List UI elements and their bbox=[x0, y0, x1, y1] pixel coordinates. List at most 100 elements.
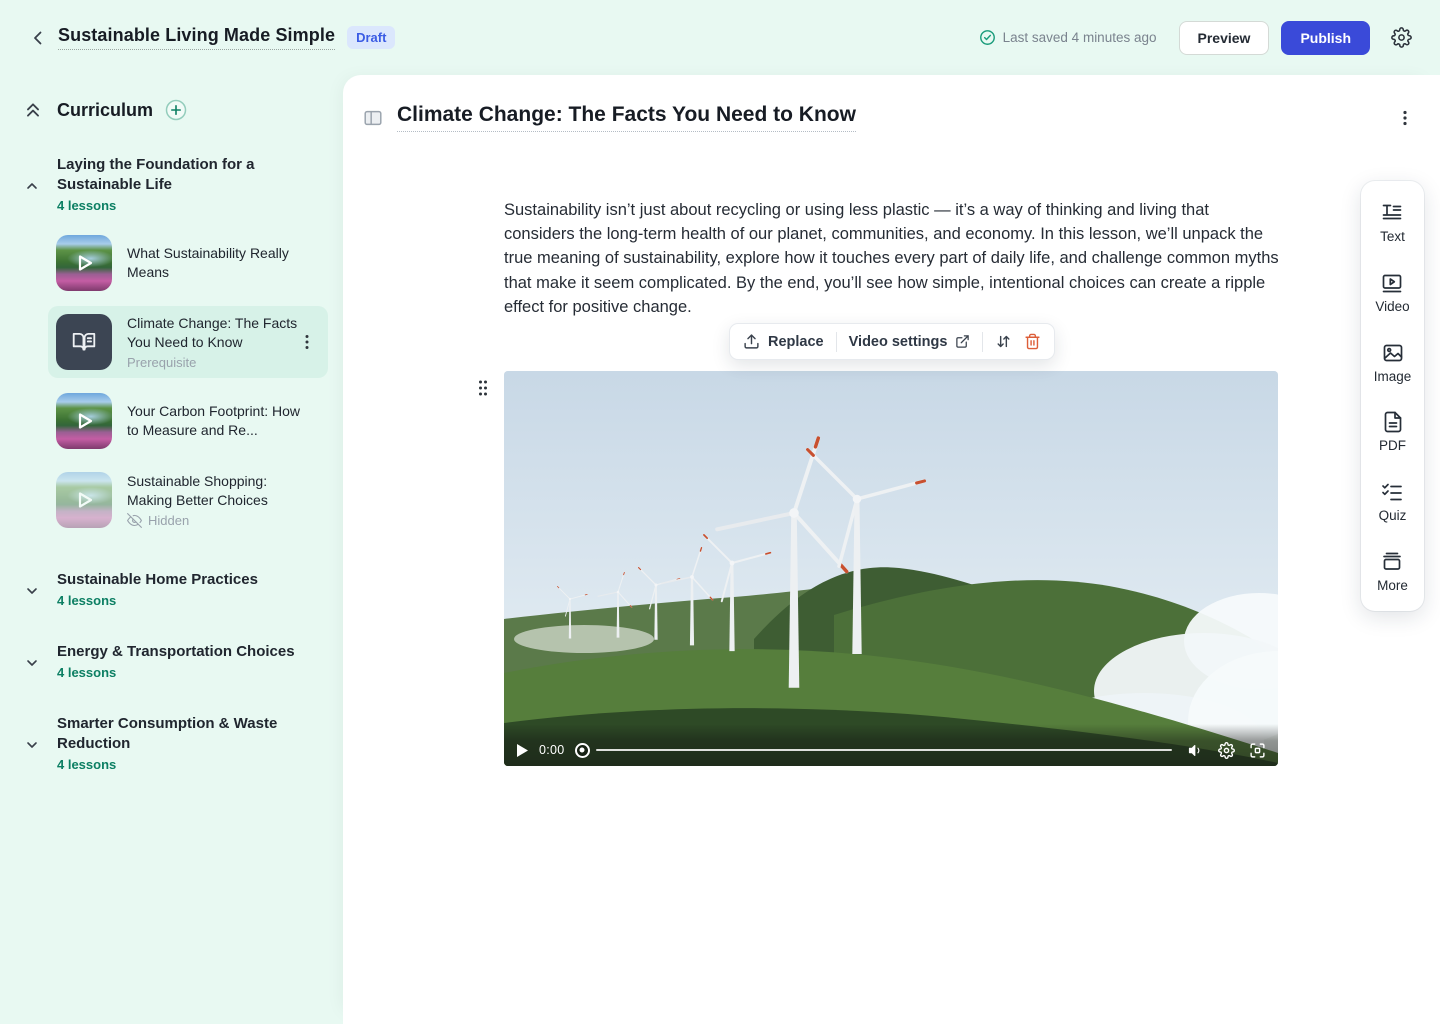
insert-pdf-button[interactable]: PDF bbox=[1379, 410, 1406, 453]
lesson-menu-button[interactable] bbox=[300, 333, 314, 351]
replace-video-button[interactable]: Replace bbox=[743, 333, 824, 350]
back-button[interactable] bbox=[24, 24, 52, 52]
lesson-count: 4 lessons bbox=[57, 198, 313, 213]
video-settings-button[interactable]: Video settings bbox=[849, 334, 971, 350]
gear-icon bbox=[1391, 27, 1412, 48]
video-settings-gear-button[interactable] bbox=[1218, 742, 1235, 759]
settings-button[interactable] bbox=[1386, 23, 1416, 53]
toolbar-divider bbox=[982, 332, 983, 352]
kebab-icon bbox=[1398, 109, 1412, 127]
external-link-icon bbox=[955, 334, 970, 349]
last-saved-status: Last saved 4 minutes ago bbox=[979, 29, 1157, 46]
insert-quiz-button[interactable]: Quiz bbox=[1379, 480, 1407, 523]
progress-track[interactable] bbox=[596, 749, 1172, 751]
video-player[interactable]: 0:00 bbox=[504, 371, 1278, 766]
curriculum-title: Curriculum bbox=[57, 100, 153, 121]
upload-icon bbox=[743, 333, 760, 350]
lesson-video-thumbnail bbox=[56, 472, 112, 528]
lesson-body-text[interactable]: Sustainability isn’t just about recyclin… bbox=[504, 198, 1280, 319]
insert-block-panel: Text Video Image PDF Quiz More bbox=[1361, 181, 1424, 611]
insert-more-button[interactable]: More bbox=[1377, 550, 1408, 593]
section-title: Energy & Transportation Choices bbox=[57, 642, 313, 662]
insert-image-button[interactable]: Image bbox=[1374, 341, 1412, 384]
last-saved-text: Last saved 4 minutes ago bbox=[1003, 30, 1157, 45]
play-icon bbox=[516, 743, 529, 758]
scrubber-handle[interactable] bbox=[575, 743, 590, 758]
lesson-reading-thumbnail bbox=[56, 314, 112, 370]
publish-button[interactable]: Publish bbox=[1281, 21, 1370, 55]
sidebar-toggle-button[interactable] bbox=[362, 107, 384, 129]
chevron-down-icon bbox=[24, 583, 40, 599]
collapse-all-button[interactable] bbox=[24, 101, 42, 119]
section-header[interactable]: Laying the Foundation for a Sustainable … bbox=[0, 155, 343, 213]
drag-dots-icon bbox=[476, 378, 490, 398]
lesson-badge: Prerequisite bbox=[127, 355, 303, 370]
section-header[interactable]: Smarter Consumption & Waste Reduction 4 … bbox=[0, 714, 343, 772]
lesson-title: What Sustainability Really Means bbox=[127, 244, 303, 282]
delete-block-button[interactable] bbox=[1024, 333, 1041, 350]
lesson-title-heading[interactable]: Climate Change: The Facts You Need to Kn… bbox=[397, 103, 856, 132]
text-block-icon bbox=[1380, 201, 1404, 225]
more-blocks-icon bbox=[1380, 550, 1404, 574]
lesson-options-button[interactable] bbox=[1398, 109, 1412, 127]
curriculum-section: Laying the Foundation for a Sustainable … bbox=[0, 155, 343, 536]
section-title: Laying the Foundation for a Sustainable … bbox=[57, 155, 313, 195]
replace-label: Replace bbox=[768, 334, 824, 350]
course-title[interactable]: Sustainable Living Made Simple bbox=[58, 25, 335, 50]
insert-item-label: Quiz bbox=[1379, 508, 1407, 523]
trash-icon bbox=[1024, 333, 1041, 350]
move-block-button[interactable] bbox=[995, 333, 1012, 350]
gear-icon bbox=[1218, 742, 1235, 759]
lesson-count: 4 lessons bbox=[57, 665, 313, 680]
fullscreen-icon bbox=[1249, 742, 1266, 759]
lesson-title: Your Carbon Footprint: How to Measure an… bbox=[127, 402, 303, 440]
insert-item-label: PDF bbox=[1379, 438, 1406, 453]
section-header[interactable]: Sustainable Home Practices 4 lessons bbox=[0, 570, 343, 608]
pdf-block-icon bbox=[1381, 410, 1405, 434]
volume-button[interactable] bbox=[1187, 742, 1204, 759]
insert-item-label: More bbox=[1377, 578, 1408, 593]
fullscreen-button[interactable] bbox=[1249, 742, 1266, 759]
curriculum-section: Energy & Transportation Choices 4 lesson… bbox=[0, 642, 343, 680]
insert-item-label: Text bbox=[1380, 229, 1405, 244]
chevron-down-icon bbox=[24, 737, 40, 753]
section-header[interactable]: Energy & Transportation Choices 4 lesson… bbox=[0, 642, 343, 680]
chevron-down-icon bbox=[24, 655, 40, 671]
insert-text-button[interactable]: Text bbox=[1380, 201, 1405, 244]
play-icon bbox=[71, 487, 97, 513]
panel-icon bbox=[362, 107, 384, 129]
lesson-video-thumbnail bbox=[56, 235, 112, 291]
section-title: Sustainable Home Practices bbox=[57, 570, 313, 590]
curriculum-section: Smarter Consumption & Waste Reduction 4 … bbox=[0, 714, 343, 772]
lesson-item-selected[interactable]: Climate Change: The Facts You Need to Kn… bbox=[48, 306, 328, 378]
lesson-badge: Hidden bbox=[148, 513, 189, 528]
add-section-button[interactable] bbox=[165, 99, 187, 121]
book-open-icon bbox=[71, 329, 97, 355]
video-frame-wind-turbines bbox=[504, 371, 1278, 766]
quiz-block-icon bbox=[1380, 480, 1404, 504]
lesson-item[interactable]: What Sustainability Really Means bbox=[48, 227, 328, 299]
lesson-item[interactable]: Your Carbon Footprint: How to Measure an… bbox=[48, 385, 328, 457]
lesson-video-thumbnail bbox=[56, 393, 112, 449]
eye-off-icon bbox=[127, 513, 142, 528]
chevron-up-icon bbox=[24, 178, 40, 194]
play-icon bbox=[71, 408, 97, 434]
status-badge: Draft bbox=[347, 26, 395, 49]
block-drag-handle[interactable] bbox=[476, 378, 490, 398]
lesson-title: Sustainable Shopping: Making Better Choi… bbox=[127, 472, 303, 510]
lesson-editor-card: Climate Change: The Facts You Need to Kn… bbox=[343, 75, 1440, 1024]
lesson-count: 4 lessons bbox=[57, 593, 313, 608]
insert-video-button[interactable]: Video bbox=[1375, 271, 1409, 314]
plus-circle-icon bbox=[165, 99, 187, 121]
insert-item-label: Video bbox=[1375, 299, 1409, 314]
kebab-icon bbox=[300, 333, 314, 351]
preview-button[interactable]: Preview bbox=[1179, 21, 1270, 55]
current-time: 0:00 bbox=[539, 743, 565, 757]
play-button[interactable] bbox=[516, 743, 529, 758]
video-controls-bar: 0:00 bbox=[504, 724, 1278, 766]
video-block-icon bbox=[1380, 271, 1404, 295]
lesson-item[interactable]: Sustainable Shopping: Making Better Choi… bbox=[48, 464, 328, 536]
video-settings-label: Video settings bbox=[849, 334, 948, 350]
video-block-toolbar: Replace Video settings bbox=[729, 323, 1055, 360]
section-title: Smarter Consumption & Waste Reduction bbox=[57, 714, 313, 754]
